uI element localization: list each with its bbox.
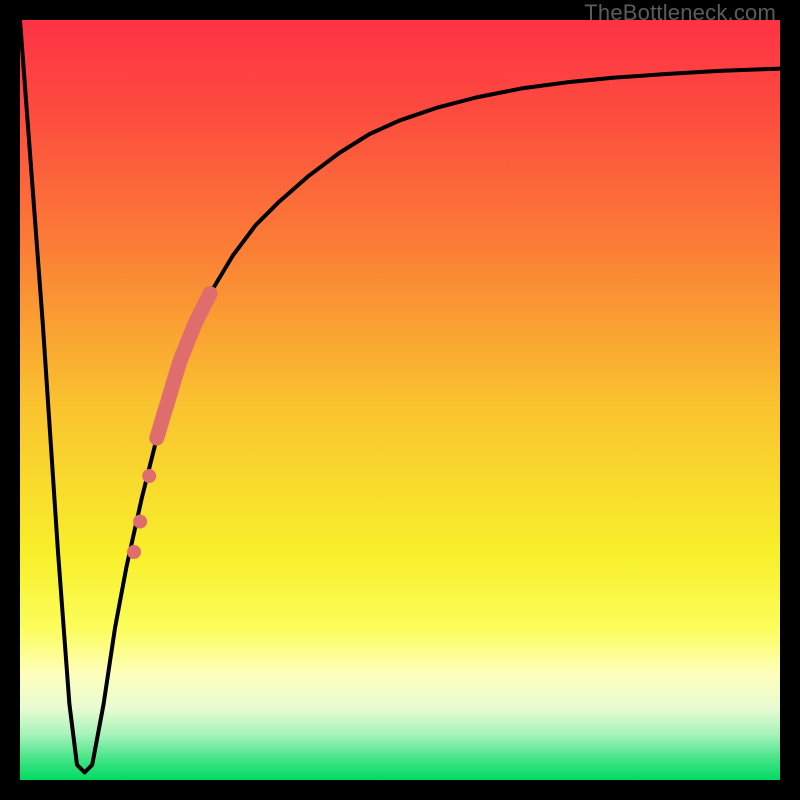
bottleneck-curve	[20, 20, 780, 772]
chart-frame: TheBottleneck.com	[0, 0, 800, 800]
highlight-dot	[133, 515, 147, 529]
curve-layer	[20, 20, 780, 780]
highlight-dot	[142, 469, 156, 483]
highlight-dot	[127, 545, 141, 559]
plot-area	[20, 20, 780, 780]
highlight-band	[157, 294, 210, 438]
